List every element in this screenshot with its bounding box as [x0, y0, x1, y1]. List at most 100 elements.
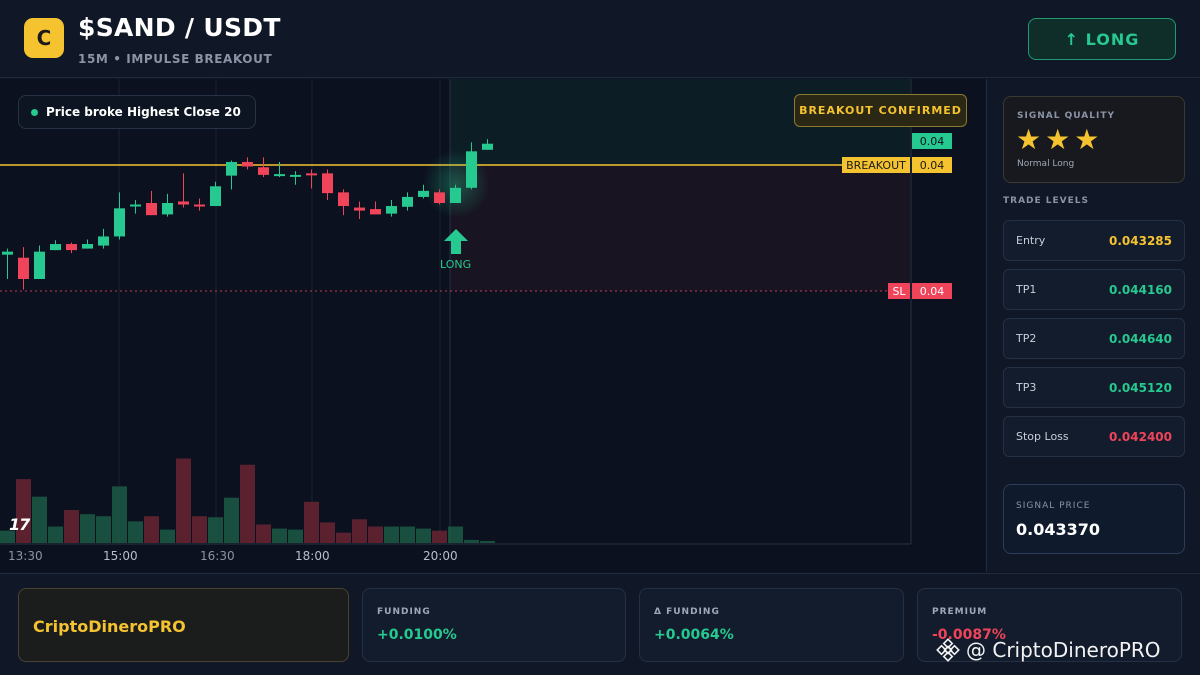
signal-pill: Price broke Highest Close 20 [18, 95, 256, 129]
trade-level-value: 0.044160 [1108, 283, 1172, 297]
candle-body [338, 192, 349, 207]
trade-level-name: TP3 [1016, 381, 1037, 394]
brand-card: CriptoDineroPRO [18, 588, 349, 662]
trade-level-entry: Entry 0.043285 [1003, 220, 1185, 261]
volume-bar [464, 539, 479, 543]
star-rating-icon: ★★★ [1016, 123, 1104, 156]
signal-pill-text: Price broke Highest Close 20 [46, 105, 241, 119]
candle-body [34, 251, 45, 279]
candle-body [114, 208, 125, 237]
chart-canvas[interactable] [0, 79, 985, 572]
stat-title: FUNDING [377, 607, 431, 617]
volume-bar [64, 510, 79, 543]
long-marker-label: LONG [440, 258, 472, 271]
volume-bar [416, 528, 431, 543]
volume-bar [288, 529, 303, 543]
volume-bar [384, 526, 399, 543]
candle-body [290, 174, 301, 177]
candle-body [322, 173, 333, 194]
sl-label-tag: SL [888, 283, 910, 299]
volume-bar [48, 526, 63, 543]
volume-bar [368, 526, 383, 543]
candle-body [130, 204, 141, 207]
breakout-confirmed-badge: BREAKOUT CONFIRMED [794, 94, 967, 127]
trade-level-name: Stop Loss [1016, 430, 1069, 443]
volume-bar [480, 540, 495, 543]
x-axis-label: 18:00 [295, 549, 330, 563]
volume-bar [32, 496, 47, 543]
volume-bar [144, 516, 159, 543]
candle-body [66, 244, 77, 251]
x-axis-label: 13:30 [8, 549, 43, 563]
signal-price-card: SIGNAL PRICE 0.043370 [1003, 484, 1185, 554]
trade-level-value: 0.045120 [1108, 381, 1172, 395]
candle-body [226, 161, 237, 176]
volume-bar [256, 524, 271, 543]
candle-body [258, 167, 269, 175]
x-axis-label: 15:00 [103, 549, 138, 563]
signal-price-value: 0.043370 [1016, 520, 1101, 539]
volume-bar [128, 521, 143, 543]
stat-value: +0.0064% [654, 627, 734, 643]
volume-bar [400, 526, 415, 543]
volume-bar [80, 514, 95, 543]
trade-level-stop-loss: Stop Loss 0.042400 [1003, 416, 1185, 457]
pair-title: $SAND / USDT [78, 13, 281, 42]
long-button[interactable]: ↑ LONG [1028, 18, 1176, 60]
signal-quality-note: Normal Long [1017, 159, 1075, 169]
candle-body [354, 207, 365, 211]
trade-level-value: 0.042400 [1108, 430, 1172, 444]
trade-level-tp3: TP3 0.045120 [1003, 367, 1185, 408]
trade-level-name: Entry [1016, 234, 1046, 247]
volume-bar [272, 528, 287, 543]
delta-funding-card: Δ FUNDING +0.0064% [639, 588, 904, 662]
breakout-glow [422, 150, 490, 218]
candle-body [402, 196, 413, 207]
volume-bar [176, 458, 191, 543]
volume-bar [352, 519, 367, 543]
breakout-price-tag: 0.04 [912, 157, 952, 173]
signal-price-title: SIGNAL PRICE [1016, 501, 1091, 511]
candle-body [82, 244, 93, 249]
stat-title: PREMIUM [932, 607, 988, 617]
volume-bar [208, 517, 223, 543]
signal-quality-title: SIGNAL QUALITY [1017, 111, 1115, 121]
candle-body [146, 203, 157, 216]
trade-level-name: TP1 [1016, 283, 1037, 296]
candle-body [2, 251, 13, 255]
candle-body [370, 209, 381, 215]
volume-bar [112, 486, 127, 543]
candle-body [434, 192, 445, 203]
breakout-label-tag: BREAKOUT [842, 157, 910, 173]
candle-body [450, 187, 461, 203]
header: C $SAND / USDT 15M • IMPULSE BREAKOUT ↑ … [0, 0, 1200, 78]
sl-price-tag: 0.04 [912, 283, 952, 299]
price-chart[interactable]: Price broke Highest Close 20 BREAKOUT CO… [0, 79, 985, 572]
candle-body [162, 203, 173, 215]
app-logo: C [24, 18, 64, 58]
volume-bar [304, 501, 319, 543]
candle-body [194, 204, 205, 207]
volume-bar [432, 530, 447, 543]
stat-value: +0.0100% [377, 627, 457, 643]
candle-body [50, 244, 61, 251]
stat-title: Δ FUNDING [654, 607, 720, 617]
tradingview-logo: 17 [9, 515, 30, 534]
status-dot-icon [31, 108, 38, 116]
volume-bar [192, 516, 207, 543]
volume-bar [224, 497, 239, 543]
watermark: @ CriptoDineroPRO [936, 637, 1161, 663]
candle-body [274, 174, 285, 177]
volume-bar [160, 529, 175, 543]
signal-quality-card: SIGNAL QUALITY ★★★ Normal Long [1003, 96, 1185, 183]
candle-body [18, 257, 29, 279]
candle-body [178, 201, 189, 205]
binance-logo-icon [936, 638, 960, 662]
risk-zone [450, 165, 910, 291]
volume-bar [240, 464, 255, 543]
x-axis-label: 16:30 [200, 549, 235, 563]
signal-panel: SIGNAL QUALITY ★★★ Normal Long TRADE LEV… [986, 79, 1200, 572]
volume-bar [448, 526, 463, 543]
trade-level-name: TP2 [1016, 332, 1037, 345]
candle-body [98, 236, 109, 246]
